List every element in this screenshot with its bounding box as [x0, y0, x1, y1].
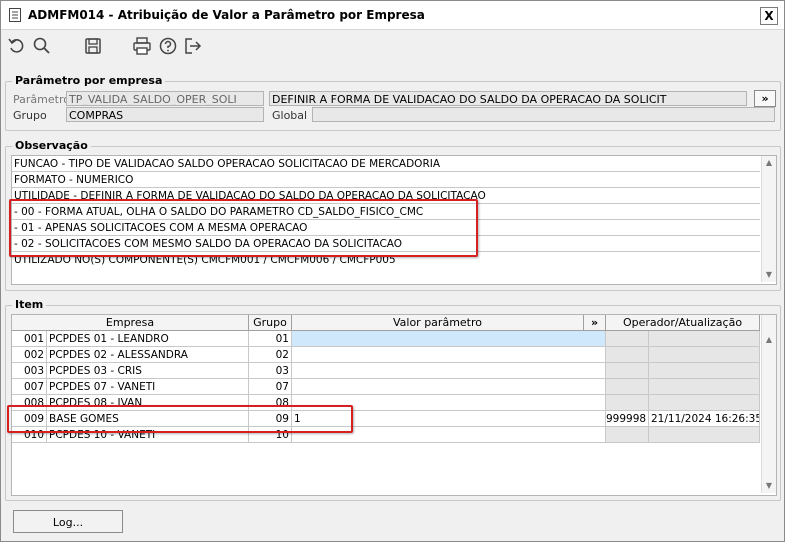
col-header-grupo[interactable]: Grupo [249, 315, 292, 331]
cell-grupo[interactable]: 09 [249, 411, 292, 427]
parametro-more-button[interactable]: » [754, 90, 776, 107]
parametro-label: Parâmetro [13, 93, 70, 106]
cell-empresa-code[interactable]: 002 [12, 347, 47, 363]
param-group-legend: Parâmetro por empresa [12, 74, 166, 87]
close-button[interactable]: X [760, 7, 778, 25]
observacao-line: FORMATO - NUMERICO [12, 172, 760, 188]
cell-empresa-code[interactable]: 009 [12, 411, 47, 427]
cell-valor[interactable] [292, 427, 606, 443]
cell-data [649, 379, 760, 395]
cell-operador [606, 347, 649, 363]
parametro-field[interactable]: TP_VALIDA_SALDO_OPER_SOLI [66, 91, 264, 106]
cell-empresa-name[interactable]: PCPDES 03 - CRIS [47, 363, 249, 379]
cell-empresa-name[interactable]: PCPDES 01 - LEANDRO [47, 331, 249, 347]
observacao-text-area[interactable]: FUNCAO - TIPO DE VALIDACAO SALDO OPERACA… [11, 155, 777, 285]
cell-grupo[interactable]: 03 [249, 363, 292, 379]
observacao-line: - 00 - FORMA ATUAL, OLHA O SALDO DO PARA… [12, 204, 760, 220]
exit-icon[interactable] [183, 36, 203, 56]
cell-operador [606, 395, 649, 411]
cell-empresa-code[interactable]: 003 [12, 363, 47, 379]
print-icon[interactable] [132, 36, 152, 56]
cell-grupo[interactable]: 01 [249, 331, 292, 347]
cell-operador: 999998 [606, 411, 649, 427]
toolbar [1, 30, 784, 64]
col-header-empresa[interactable]: Empresa [12, 315, 249, 331]
cell-grupo[interactable]: 02 [249, 347, 292, 363]
scroll-up-icon[interactable]: ▲ [762, 156, 776, 170]
undo-icon[interactable] [7, 36, 27, 56]
param-group: Parâmetro por empresa [5, 74, 781, 131]
cell-data [649, 331, 760, 347]
cell-grupo[interactable]: 07 [249, 379, 292, 395]
observacao-line: FUNCAO - TIPO DE VALIDACAO SALDO OPERACA… [12, 156, 760, 172]
cell-operador [606, 331, 649, 347]
cell-valor[interactable]: 1 [292, 411, 606, 427]
title-bar: ADMFM014 - Atribuição de Valor a Parâmet… [1, 1, 784, 30]
item-grid-scrollbar[interactable]: ▲ ▼ [761, 315, 776, 493]
cell-data [649, 395, 760, 411]
item-legend: Item [12, 298, 47, 311]
cell-data [649, 427, 760, 443]
cell-empresa-name[interactable]: PCPDES 02 - ALESSANDRA [47, 347, 249, 363]
observacao-line: - 01 - APENAS SOLICITACOES COM A MESMA O… [12, 220, 760, 236]
cell-operador [606, 363, 649, 379]
help-icon[interactable] [158, 36, 178, 56]
cell-data [649, 363, 760, 379]
scroll-up-icon[interactable]: ▲ [762, 333, 776, 347]
observacao-line: UTILIDADE - DEFINIR A FORMA DE VALIDACAO… [12, 188, 760, 204]
col-header-operador[interactable]: Operador/Atualização [606, 315, 760, 331]
observacao-legend: Observação [12, 139, 91, 152]
global-label: Global [272, 109, 308, 122]
cell-grupo[interactable]: 08 [249, 395, 292, 411]
cell-empresa-name[interactable]: PCPDES 10 - VANETI [47, 427, 249, 443]
search-icon[interactable] [32, 36, 52, 56]
window-title: ADMFM014 - Atribuição de Valor a Parâmet… [28, 8, 425, 22]
grupo-field: COMPRAS [66, 107, 264, 122]
col-header-valor[interactable]: Valor parâmetro [292, 315, 584, 331]
cell-operador [606, 427, 649, 443]
log-button[interactable]: Log... [13, 510, 123, 533]
cell-empresa-name[interactable]: PCPDES 07 - VANETI [47, 379, 249, 395]
cell-valor[interactable] [292, 363, 606, 379]
observacao-line: UTILIZADO NO(S) COMPONENTE(S) CMCFM001 /… [14, 254, 396, 266]
cell-data: 21/11/2024 16:26:35 [649, 411, 760, 427]
cell-empresa-name[interactable]: BASE GOMES [47, 411, 249, 427]
global-field [312, 107, 775, 122]
cell-valor[interactable] [292, 347, 606, 363]
cell-valor[interactable] [292, 395, 606, 411]
cell-valor[interactable] [292, 379, 606, 395]
valor-more-button[interactable]: » [584, 315, 606, 331]
grupo-label: Grupo [13, 109, 47, 122]
cell-empresa-code[interactable]: 001 [12, 331, 47, 347]
cell-operador [606, 379, 649, 395]
cell-valor[interactable] [292, 331, 606, 347]
scroll-down-icon[interactable]: ▼ [762, 479, 776, 493]
observacao-scrollbar[interactable]: ▲ ▼ [761, 156, 776, 282]
cell-empresa-name[interactable]: PCPDES 08 - IVAN [47, 395, 249, 411]
scroll-down-icon[interactable]: ▼ [762, 268, 776, 282]
app-window: ADMFM014 - Atribuição de Valor a Parâmet… [0, 0, 785, 542]
cell-empresa-code[interactable]: 010 [12, 427, 47, 443]
item-grid: Empresa Grupo Valor parâmetro » Operador… [11, 314, 777, 496]
cell-empresa-code[interactable]: 007 [12, 379, 47, 395]
descricao-field: DEFINIR A FORMA DE VALIDACAO DO SALDO DA… [269, 91, 747, 106]
cell-grupo[interactable]: 10 [249, 427, 292, 443]
document-icon [9, 8, 21, 22]
cell-data [649, 347, 760, 363]
save-icon[interactable] [83, 36, 103, 56]
observacao-line: - 02 - SOLICITACOES COM MESMO SALDO DA O… [12, 236, 760, 252]
cell-empresa-code[interactable]: 008 [12, 395, 47, 411]
